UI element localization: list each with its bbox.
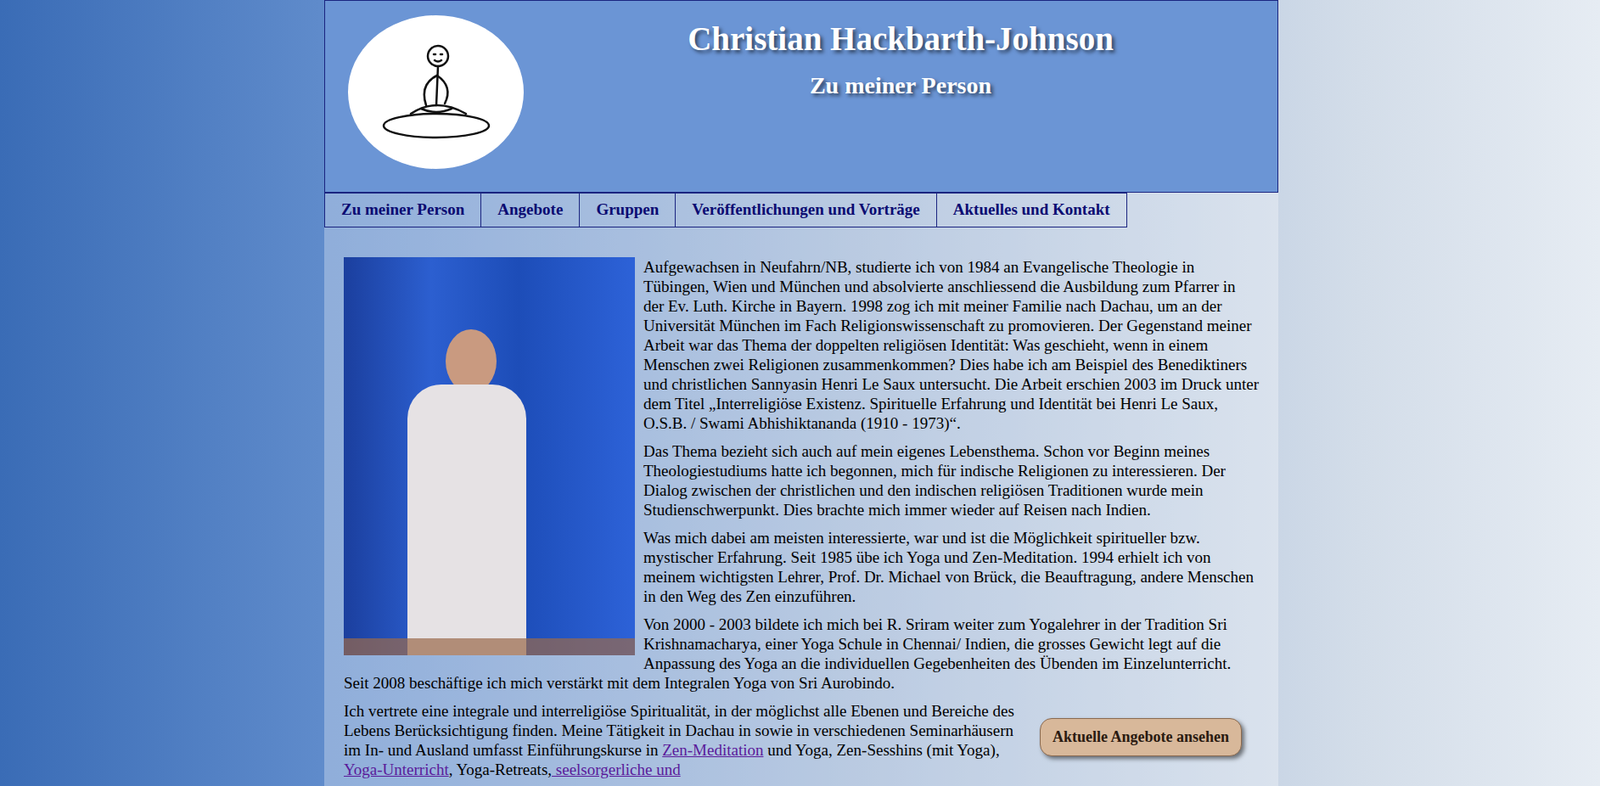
header: Christian Hackbarth-Johnson Zu meiner Pe… — [324, 0, 1279, 193]
offers-button[interactable]: Aktuelle Angebote ansehen — [1039, 718, 1242, 757]
text-segment: Was mich dabei am meisten interessierte,… — [643, 528, 1254, 606]
page-subtitle: Zu meiner Person — [809, 71, 992, 101]
text-link[interactable]: Yoga-Unterricht — [343, 760, 450, 779]
nav-item[interactable]: Zu meiner Person — [324, 192, 482, 228]
nav-item[interactable]: Veröffentlichungen und Vorträge — [674, 192, 937, 228]
meditating-figure-icon — [368, 37, 505, 148]
text-segment: Das Thema bezieht sich auch auf mein eig… — [643, 442, 1226, 519]
text-segment: , Yoga-Retreats, — [449, 760, 552, 779]
site-title: Christian Hackbarth-Johnson — [687, 19, 1114, 60]
nav-item[interactable]: Gruppen — [578, 192, 676, 228]
main-nav: Zu meiner PersonAngeboteGruppenVeröffent… — [324, 192, 1279, 228]
logo[interactable] — [348, 15, 524, 169]
portrait-photo — [343, 257, 635, 656]
text-link[interactable]: Zen-Meditation — [662, 741, 764, 759]
text-link[interactable]: seelsorgerliche und — [551, 760, 681, 779]
paragraph: Aktuelle Angebote ansehenIch vertrete ei… — [343, 701, 1259, 780]
nav-item[interactable]: Aktuelles und Kontakt — [936, 192, 1128, 228]
text-segment: und Yoga, Zen-Sesshins (mit Yoga), — [763, 741, 1000, 759]
nav-item[interactable]: Angebote — [480, 192, 580, 228]
text-segment: Aufgewachsen in Neufahrn/NB, studierte i… — [643, 258, 1259, 433]
